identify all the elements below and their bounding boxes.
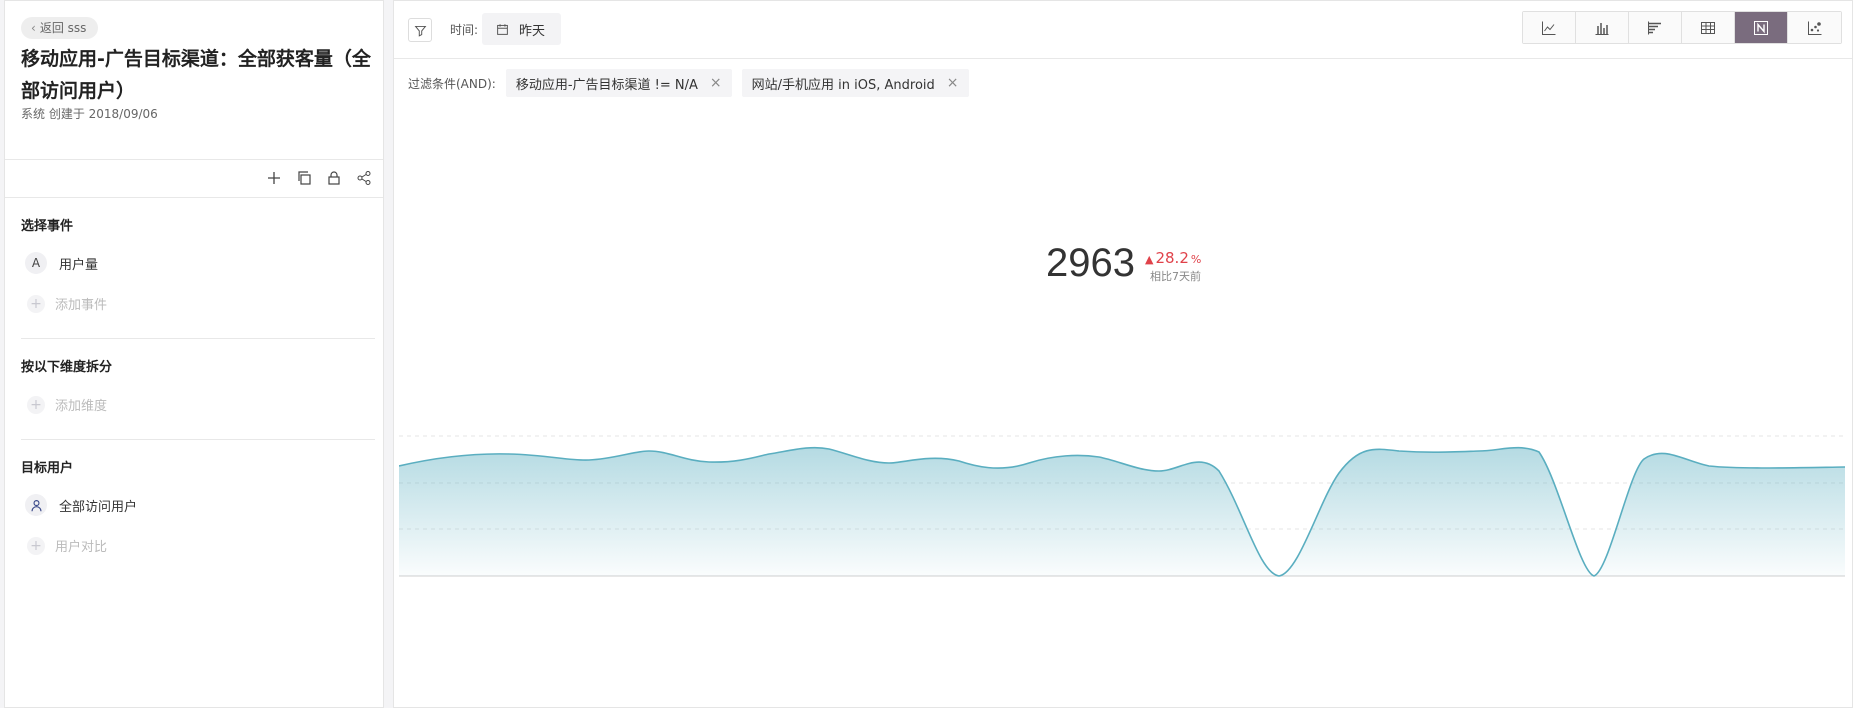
calendar-icon bbox=[497, 23, 508, 35]
chart-type-line[interactable] bbox=[1523, 12, 1576, 43]
horizontal-bar-icon bbox=[1648, 21, 1661, 34]
add-event-button[interactable]: + 添加事件 bbox=[27, 294, 107, 313]
scatter-icon bbox=[1807, 21, 1821, 35]
divider bbox=[5, 159, 383, 160]
top-bar: 时间: 昨天 bbox=[394, 1, 1852, 59]
user-compare-label: 用户对比 bbox=[55, 540, 108, 555]
close-icon[interactable]: × bbox=[710, 75, 722, 91]
chart-type-scatter[interactable] bbox=[1788, 12, 1841, 43]
add-event-label: 添加事件 bbox=[55, 298, 108, 313]
app-root: ‹ 返回 sss 移动应用-广告目标渠道：全部获客量（全部访问用户） 系统 创建… bbox=[0, 0, 1853, 708]
user-compare-button[interactable]: + 用户对比 bbox=[27, 536, 107, 555]
left-panel: ‹ 返回 sss 移动应用-广告目标渠道：全部获客量（全部访问用户） 系统 创建… bbox=[4, 0, 384, 708]
section-title-users: 目标用户 bbox=[21, 461, 74, 476]
compare-label: 相比7天前 bbox=[1150, 270, 1201, 283]
add-icon[interactable] bbox=[265, 169, 283, 187]
filters-label: 过滤条件(AND): bbox=[408, 76, 496, 91]
divider bbox=[21, 439, 375, 440]
time-label: 时间: bbox=[450, 23, 479, 37]
filter-chip-label: 网站/手机应用 in iOS, Android bbox=[751, 77, 935, 93]
sparkline-chart bbox=[399, 435, 1845, 577]
back-button[interactable]: ‹ 返回 sss bbox=[21, 17, 99, 39]
lock-icon[interactable] bbox=[325, 169, 343, 187]
created-meta: 系统 创建于 2018/09/06 bbox=[21, 107, 158, 121]
section-title-events: 选择事件 bbox=[21, 219, 74, 234]
chart-type-hbar[interactable] bbox=[1629, 12, 1682, 43]
divider bbox=[5, 197, 383, 198]
sparkline-area bbox=[399, 447, 1845, 576]
chart-type-switcher bbox=[1522, 11, 1842, 44]
metric-delta: ▲ 28.2 % bbox=[1145, 249, 1201, 267]
event-label: 用户量 bbox=[59, 257, 99, 273]
right-panel: 时间: 昨天 过滤条件(AND): 移动应用-广告目标渠道 != N/A × 网… bbox=[393, 0, 1853, 708]
event-badge: A bbox=[25, 252, 47, 274]
table-icon bbox=[1701, 21, 1715, 34]
section-title-dimensions: 按以下维度拆分 bbox=[21, 360, 113, 375]
plus-icon: + bbox=[27, 294, 45, 313]
filter-chip[interactable]: 移动应用-广告目标渠道 != N/A × bbox=[505, 69, 732, 97]
close-icon[interactable]: × bbox=[947, 75, 959, 91]
chart-type-number[interactable] bbox=[1735, 12, 1788, 43]
time-value: 昨天 bbox=[519, 23, 546, 39]
back-label: 返回 sss bbox=[39, 21, 87, 35]
bar-chart-icon bbox=[1595, 22, 1609, 35]
copy-icon[interactable] bbox=[295, 169, 313, 187]
arrow-up-icon: ▲ bbox=[1145, 253, 1154, 266]
report-toolbar bbox=[265, 169, 373, 187]
chart-type-table[interactable] bbox=[1682, 12, 1735, 43]
page-title: 移动应用-广告目标渠道：全部获客量（全部访问用户） bbox=[21, 48, 371, 102]
add-dimension-button[interactable]: + 添加维度 bbox=[27, 395, 107, 414]
user-icon bbox=[25, 494, 47, 516]
add-dimension-label: 添加维度 bbox=[55, 399, 108, 414]
event-item[interactable]: A 用户量 bbox=[25, 252, 98, 274]
share-icon[interactable] bbox=[355, 169, 373, 187]
chevron-left-icon: ‹ bbox=[31, 21, 36, 35]
divider bbox=[21, 338, 375, 339]
user-group-label: 全部访问用户 bbox=[59, 499, 138, 515]
plus-icon: + bbox=[27, 395, 45, 414]
filter-chip-label: 移动应用-广告目标渠道 != N/A bbox=[515, 77, 698, 93]
filter-button[interactable] bbox=[408, 18, 432, 42]
plus-icon: + bbox=[27, 536, 45, 555]
filter-icon bbox=[414, 25, 426, 37]
time-picker[interactable]: 昨天 bbox=[482, 13, 562, 45]
user-group-item[interactable]: 全部访问用户 bbox=[25, 494, 137, 516]
delta-value: 28.2 bbox=[1155, 249, 1189, 267]
filter-bar: 过滤条件(AND): 移动应用-广告目标渠道 != N/A × 网站/手机应用 … bbox=[408, 69, 969, 97]
line-chart-icon bbox=[1542, 21, 1556, 35]
chart-type-bar[interactable] bbox=[1576, 12, 1629, 43]
delta-unit: % bbox=[1190, 253, 1202, 266]
filter-chip[interactable]: 网站/手机应用 in iOS, Android × bbox=[741, 69, 969, 97]
metric-value: 2963 bbox=[1046, 241, 1135, 285]
number-icon bbox=[1754, 20, 1768, 35]
